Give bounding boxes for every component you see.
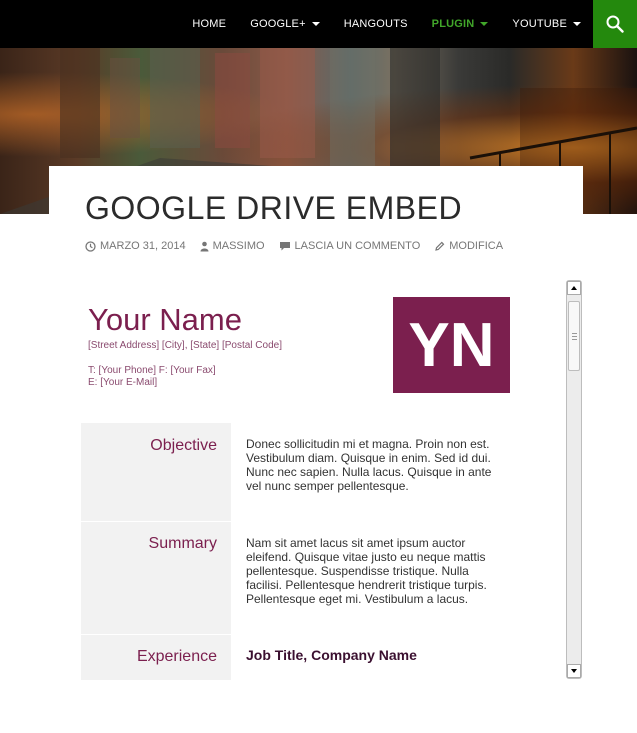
comment-icon [279,241,290,250]
nav-item-label: GOOGLE+ [250,18,306,30]
nav-item-youtube[interactable]: YOUTUBE [500,0,593,48]
nav-item-label: HANGOUTS [343,18,408,30]
nav-item-google-plus[interactable]: GOOGLE+ [238,0,332,48]
search-icon [606,15,624,33]
resume-section-experience: Experience Job Title, Company Name [81,635,501,680]
post-date-link[interactable]: MARZO 31, 2014 [85,240,186,252]
resume-section-summary: Summary Nam sit amet lacus sit amet ipsu… [81,522,501,634]
caret-down-icon [573,22,581,26]
nav-item-label: HOME [192,18,227,30]
grip-line [572,339,577,340]
scrollbar-thumb[interactable] [568,301,580,371]
section-label: Objective [81,423,231,521]
embedded-document-frame[interactable]: Your Name [Street Address] [City], [Stat… [81,280,582,680]
top-navigation-bar: HOME GOOGLE+ HANGOUTS PLUGIN YOUTUBE [0,0,637,48]
leave-comment-link[interactable]: LASCIA UN COMMENTO [279,240,421,252]
edit-post-link[interactable]: MODIFICA [434,240,503,252]
arrow-up-icon [571,286,577,290]
edit-post-label: MODIFICA [449,240,504,252]
primary-menu: HOME GOOGLE+ HANGOUTS PLUGIN YOUTUBE [180,0,593,48]
caret-down-icon [480,22,489,26]
resume-name: Your Name [88,302,242,337]
search-button[interactable] [593,0,637,48]
user-icon [200,241,209,251]
resume-phone-fax: T: [Your Phone] F: [Your Fax] [88,365,216,376]
scroll-down-button[interactable] [567,664,581,678]
resume-email: E: [Your E-Mail] [88,377,158,388]
caret-down-icon [311,22,320,26]
grip-line [572,336,577,337]
resume-address: [Street Address] [City], [State] [Postal… [88,340,282,351]
document-scrollbar[interactable] [566,280,582,679]
section-text: Job Title, Company Name [246,647,417,663]
post-meta: MARZO 31, 2014 MASSIMO LASCIA UN COMMENT… [85,240,517,252]
nav-item-plugin[interactable]: PLUGIN [420,0,501,48]
grip-line [572,333,577,334]
leave-comment-label: LASCIA UN COMMENTO [294,240,421,252]
scroll-up-button[interactable] [567,281,581,295]
section-text: Donec sollicitudin mi et magna. Proin no… [246,437,492,493]
post-title: GOOGLE DRIVE EMBED [85,190,463,226]
resume-initials-badge: YN [393,297,510,393]
clock-icon [85,240,96,252]
section-label: Experience [81,635,231,680]
post-card: GOOGLE DRIVE EMBED MARZO 31, 2014 MASSIM… [49,166,583,733]
section-label: Summary [81,522,231,634]
resume-contact: T: [Your Phone] F: [Your Fax] E: [Your E… [88,365,216,389]
post-author: MASSIMO [212,240,265,252]
nav-item-label: PLUGIN [431,18,475,30]
nav-item-home[interactable]: HOME [180,0,238,48]
nav-item-label: YOUTUBE [512,18,567,30]
resume-section-objective: Objective Donec sollicitudin mi et magna… [81,423,501,521]
arrow-down-icon [571,669,577,673]
nav-item-hangouts[interactable]: HANGOUTS [332,0,420,48]
pencil-icon [435,241,445,251]
post-date: MARZO 31, 2014 [100,240,186,252]
section-text: Nam sit amet lacus sit amet ipsum auctor… [246,536,487,606]
post-author-link[interactable]: MASSIMO [200,240,265,252]
